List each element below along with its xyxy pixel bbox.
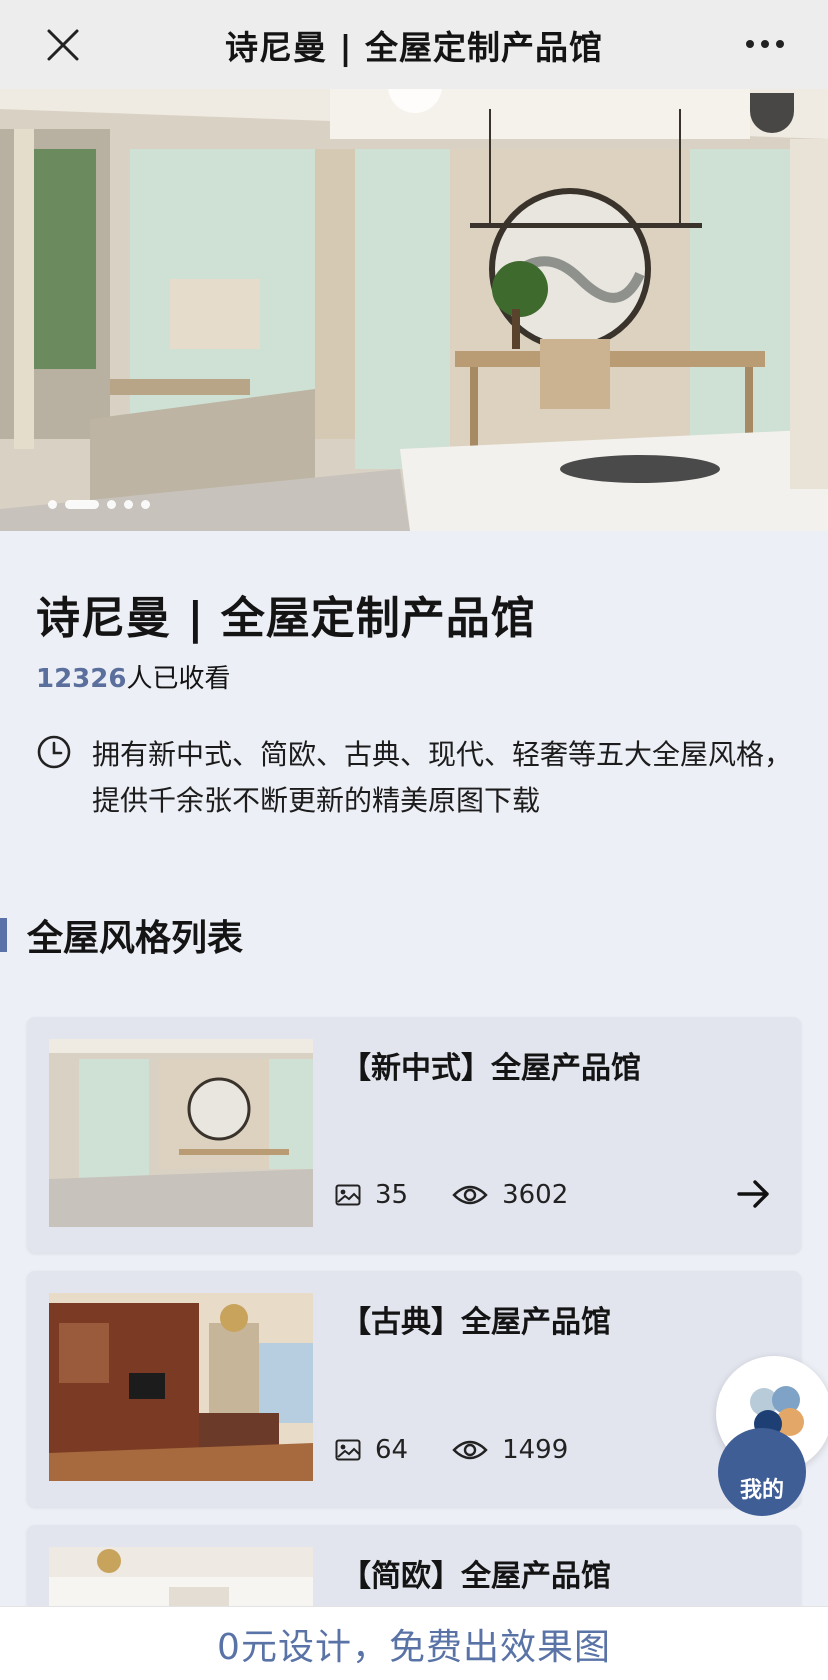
card-title: 【新中式】全屋产品馆 (341, 1051, 641, 1086)
clock-icon (37, 735, 71, 769)
view-count: 1499 (502, 1435, 569, 1465)
view-count-suffix: 人已收看 (126, 664, 231, 694)
close-icon[interactable] (46, 28, 80, 62)
view-count: 3602 (502, 1180, 569, 1210)
section-title: 全屋风格列表 (27, 918, 244, 959)
card-stats: 64 1499 (335, 1435, 568, 1465)
section-accent-bar (0, 918, 7, 952)
hero-image (0, 89, 828, 531)
page-title: 诗尼曼 | 全屋定制产品馆 (224, 27, 604, 67)
title-bar: 诗尼曼 | 全屋定制产品馆 (0, 0, 828, 89)
card-title: 【简欧】全屋产品馆 (341, 1559, 611, 1594)
carousel-indicator (48, 500, 150, 509)
style-card[interactable]: 【新中式】全屋产品馆 35 3602 (27, 1017, 801, 1253)
style-card[interactable]: 【古典】全屋产品馆 64 1499 (27, 1271, 801, 1507)
eye-icon (452, 1440, 488, 1460)
card-stats: 35 3602 (335, 1180, 568, 1210)
description: 拥有新中式、简欧、古典、现代、轻奢等五大全屋风格，提供千余张不断更新的精美原图下… (36, 732, 796, 824)
card-thumbnail (49, 1039, 313, 1227)
photo-count: 64 (375, 1435, 409, 1465)
photo-count: 35 (375, 1180, 409, 1210)
view-count-number: 12326 (36, 664, 127, 694)
section-heading: 全屋风格列表 (0, 912, 244, 959)
view-count: 12326人已收看 (36, 658, 230, 695)
card-thumbnail (49, 1293, 313, 1481)
description-text: 拥有新中式、简欧、古典、现代、轻奢等五大全屋风格，提供千余张不断更新的精美原图下… (92, 738, 793, 817)
hero-carousel[interactable] (0, 89, 828, 531)
image-icon (335, 1439, 361, 1461)
cta-text: 0元设计，免费出效果图 (217, 1626, 611, 1668)
eye-icon (452, 1185, 488, 1205)
image-icon (335, 1184, 361, 1206)
product-hall-title: 诗尼曼 | 全屋定制产品馆 (36, 593, 536, 644)
free-design-cta[interactable]: 0元设计，免费出效果图 (0, 1606, 828, 1680)
card-title: 【古典】全屋产品馆 (341, 1305, 611, 1340)
arrow-right-icon[interactable] (737, 1179, 771, 1209)
my-label: 我的 (718, 1428, 806, 1516)
more-icon[interactable] (746, 40, 784, 48)
my-floating-button[interactable]: 我的 (716, 1356, 828, 1516)
